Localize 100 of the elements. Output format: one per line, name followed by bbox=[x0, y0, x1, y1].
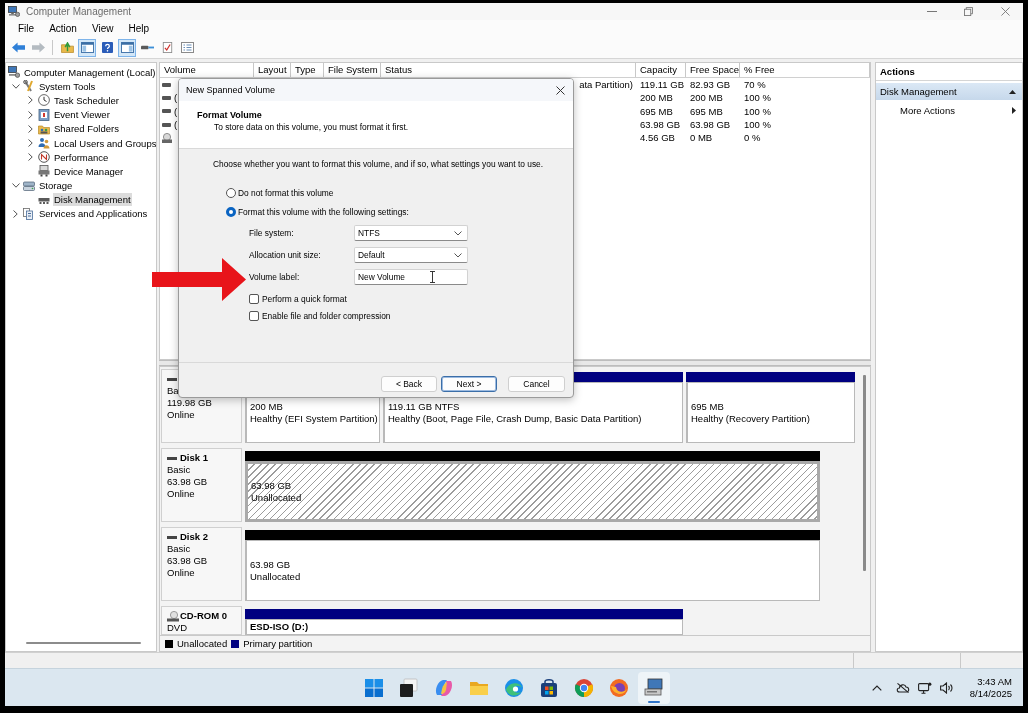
wizard-subheading: To store data on this volume, you must format it first. bbox=[213, 121, 409, 133]
dropdown-field[interactable]: Default bbox=[354, 247, 468, 263]
start-icon bbox=[364, 677, 384, 698]
clock-date[interactable]: 8/14/2025 bbox=[969, 687, 1012, 700]
actions-section-header[interactable]: Disk Management bbox=[876, 83, 1022, 100]
collapsed-chevron-icon[interactable] bbox=[28, 139, 33, 148]
vertical-scrollbar[interactable] bbox=[862, 375, 866, 571]
shared-folder-icon bbox=[38, 122, 50, 135]
tree-item[interactable]: Task Scheduler bbox=[53, 93, 120, 107]
legend-label: Unallocated bbox=[177, 638, 228, 649]
checkbox[interactable] bbox=[249, 311, 259, 321]
table-cell: ( bbox=[174, 105, 178, 117]
column-header[interactable]: % Free bbox=[740, 63, 870, 77]
computer-icon bbox=[644, 677, 664, 698]
disk-type: Basic bbox=[167, 543, 192, 555]
dropdown-chevron-icon[interactable] bbox=[454, 252, 462, 258]
column-header[interactable]: Volume bbox=[160, 63, 254, 77]
tree-item[interactable]: Local Users and Groups bbox=[53, 136, 156, 150]
disk-size: 63.98 GB bbox=[167, 476, 209, 488]
taskbar-app-button[interactable] bbox=[638, 671, 670, 704]
collapsed-chevron-icon[interactable] bbox=[28, 110, 33, 119]
menu-item[interactable]: File bbox=[13, 23, 40, 34]
checkbox[interactable] bbox=[249, 294, 259, 304]
dialog-button[interactable]: Next > bbox=[441, 376, 497, 392]
cloud-offline-icon[interactable] bbox=[895, 681, 910, 694]
collapsed-chevron-icon[interactable] bbox=[28, 124, 33, 133]
restore-icon[interactable] bbox=[964, 7, 973, 16]
menu-item[interactable]: Action bbox=[44, 23, 82, 34]
menu-item[interactable]: View bbox=[86, 23, 119, 34]
event-log-icon bbox=[38, 108, 50, 121]
dialog-button[interactable]: < Back bbox=[381, 376, 437, 392]
expanded-chevron-icon[interactable] bbox=[11, 183, 20, 189]
disk-status: Online bbox=[167, 409, 196, 421]
submenu-arrow-icon[interactable] bbox=[1012, 106, 1016, 114]
tree-item[interactable]: System Tools bbox=[38, 79, 97, 93]
table-cell: 100 % bbox=[744, 92, 771, 104]
instruction-text: Choose whether you want to format this volume, and if so, what settings you want to use. bbox=[213, 158, 544, 170]
table-cell: 695 MB bbox=[640, 105, 673, 117]
table-cell: 4.56 GB bbox=[640, 132, 675, 144]
partition-size: 63.98 GB bbox=[250, 558, 292, 571]
disk-status: Online bbox=[167, 567, 196, 579]
partition-size: 695 MB bbox=[691, 400, 725, 413]
action-pane-button[interactable] bbox=[118, 38, 136, 57]
partition-status: Healthy (Boot, Page File, Crash Dump, Basic Data Partition) bbox=[388, 412, 643, 425]
partition-size: 200 MB bbox=[250, 400, 284, 413]
ring-globe-icon bbox=[574, 677, 594, 698]
expanded-chevron-icon[interactable] bbox=[11, 83, 20, 89]
radio-label[interactable]: Format this volume with the following settings: bbox=[238, 207, 409, 217]
disk-name: Disk 1 bbox=[180, 452, 208, 464]
collapsed-chevron-icon[interactable] bbox=[28, 96, 33, 105]
column-header[interactable]: Capacity bbox=[636, 63, 686, 77]
disk-type: Basic bbox=[167, 464, 192, 476]
help-icon bbox=[100, 42, 114, 53]
dialog-button[interactable]: Cancel bbox=[508, 376, 565, 392]
checkbox-label[interactable]: Enable file and folder compression bbox=[262, 311, 391, 321]
partition-status: Unallocated bbox=[251, 491, 303, 504]
column-header[interactable]: File System bbox=[324, 63, 381, 77]
collapsed-chevron-icon[interactable] bbox=[28, 153, 33, 162]
tree-item[interactable]: Computer Management (Local) bbox=[23, 65, 156, 79]
menu-item[interactable]: Help bbox=[123, 23, 154, 34]
network-icon[interactable] bbox=[917, 681, 932, 694]
wizard-heading: Format Volume bbox=[197, 109, 262, 121]
action-pane-icon bbox=[120, 42, 134, 53]
text-input-field[interactable]: New Volume bbox=[354, 269, 468, 285]
table-cell: 200 MB bbox=[640, 92, 673, 104]
swirl-icon bbox=[434, 677, 454, 698]
dialog-title: New Spanned Volume bbox=[186, 85, 277, 95]
tree-item[interactable]: Device Manager bbox=[53, 164, 125, 178]
action-link[interactable]: More Actions bbox=[900, 104, 1012, 116]
tree-item[interactable]: Disk Management bbox=[53, 193, 132, 207]
dropdown-field[interactable]: NTFS bbox=[354, 225, 468, 241]
tree-item[interactable]: Storage bbox=[38, 179, 74, 193]
field-label: Volume label: bbox=[249, 272, 301, 282]
console-tree-button[interactable] bbox=[78, 38, 96, 57]
disk-status: Online bbox=[167, 488, 196, 500]
tree-item[interactable]: Shared Folders bbox=[53, 122, 120, 136]
collapse-caret-icon[interactable] bbox=[1009, 89, 1016, 94]
clock-time[interactable]: 3:43 AM bbox=[977, 675, 1012, 688]
tree-item[interactable]: Performance bbox=[53, 150, 110, 164]
column-header[interactable]: Layout bbox=[254, 63, 291, 77]
tools-icon bbox=[23, 80, 35, 93]
horizontal-scrollbar[interactable] bbox=[26, 642, 141, 644]
close-icon[interactable] bbox=[556, 85, 565, 95]
tree-item[interactable]: Event Viewer bbox=[53, 108, 111, 122]
column-header[interactable]: Type bbox=[291, 63, 324, 77]
table-cell: 695 MB bbox=[690, 105, 723, 117]
dropdown-chevron-icon[interactable] bbox=[454, 230, 462, 236]
partition-status: Unallocated bbox=[250, 570, 302, 583]
radio-label[interactable]: Do not format this volume bbox=[238, 188, 334, 198]
collapsed-chevron-icon[interactable] bbox=[13, 209, 18, 218]
tree-item[interactable]: Services and Applications bbox=[38, 207, 149, 221]
forward-arrow-icon bbox=[31, 42, 45, 53]
column-header[interactable]: Free Space bbox=[686, 63, 740, 77]
column-header[interactable]: Status bbox=[381, 63, 636, 77]
radio-button[interactable] bbox=[226, 188, 236, 198]
folder-up-icon bbox=[60, 42, 74, 53]
chevron-up-icon[interactable] bbox=[871, 684, 882, 691]
radio-button[interactable] bbox=[226, 207, 236, 217]
checkbox-label[interactable]: Perform a quick format bbox=[262, 294, 347, 304]
speaker-icon[interactable] bbox=[939, 681, 954, 694]
